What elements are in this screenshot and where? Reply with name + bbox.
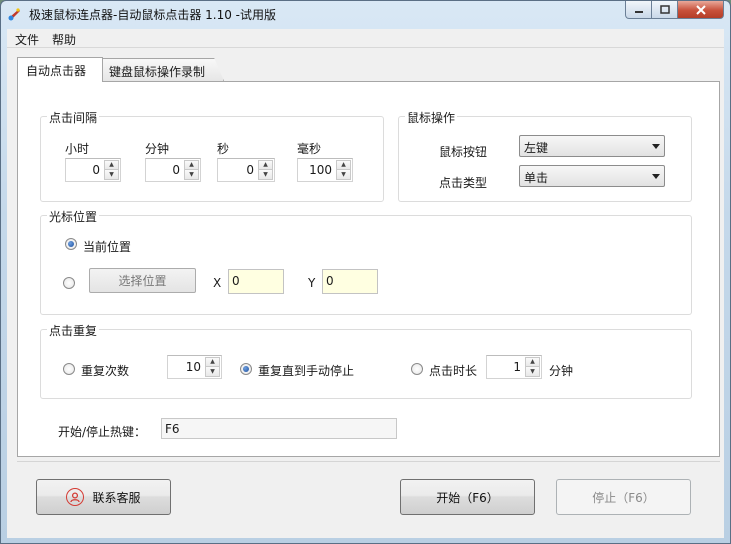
duration-down-button[interactable]: ▼ xyxy=(525,367,540,377)
radio-repeat-times[interactable] xyxy=(63,363,75,375)
hours-label: 小时 xyxy=(65,142,90,156)
group-mouse-operation: 鼠标操作 鼠标按钮 左键 点击类型 单击 xyxy=(398,109,692,202)
menu-file[interactable]: 文件 xyxy=(15,31,39,48)
window-controls xyxy=(625,1,724,19)
minutes-value: 0 xyxy=(172,163,180,177)
seconds-label: 秒 xyxy=(217,142,230,156)
group-title-interval: 点击间隔 xyxy=(47,109,100,126)
click-duration-stepper[interactable]: 1 ▲ ▼ xyxy=(486,355,542,379)
window-title: 极速鼠标连点器-自动鼠标点击器 1.10 -试用版 xyxy=(29,8,277,22)
hours-stepper[interactable]: 0 ▲ ▼ xyxy=(65,158,121,182)
minutes-stepper[interactable]: 0 ▲ ▼ xyxy=(145,158,201,182)
repeat-times-label: 重复次数 xyxy=(81,364,130,378)
repeat-up-button[interactable]: ▲ xyxy=(205,357,220,367)
tab-panel: 点击间隔 小时 分钟 秒 毫秒 0 ▲ ▼ 0 ▲ ▼ 0 ▲ ▼ 100 ▲ … xyxy=(17,81,720,457)
click-type-label: 点击类型 xyxy=(439,176,488,190)
x-label: X xyxy=(213,276,222,290)
ms-value: 100 xyxy=(309,163,332,177)
ms-stepper[interactable]: 100 ▲ ▼ xyxy=(297,158,353,182)
chevron-down-icon xyxy=(652,144,660,149)
ms-label: 毫秒 xyxy=(297,142,322,156)
ms-up-button[interactable]: ▲ xyxy=(336,160,351,170)
contact-support-button[interactable]: 联系客服 xyxy=(36,479,171,515)
repeat-down-button[interactable]: ▼ xyxy=(205,367,220,377)
menu-bar: 文件 帮助 xyxy=(7,29,724,48)
start-button[interactable]: 开始（F6） xyxy=(400,479,535,515)
mouse-button-value: 左键 xyxy=(524,141,549,155)
stop-button[interactable]: 停止（F6） xyxy=(556,479,691,515)
hotkey-label: 开始/停止热键： xyxy=(58,425,147,439)
close-icon xyxy=(695,4,706,15)
repeat-times-value: 10 xyxy=(185,360,201,374)
group-click-interval: 点击间隔 小时 分钟 秒 毫秒 0 ▲ ▼ 0 ▲ ▼ 0 ▲ ▼ 100 ▲ … xyxy=(40,109,384,202)
click-duration-value: 1 xyxy=(513,360,521,374)
tab-macro-recorder[interactable]: 键盘鼠标操作录制 xyxy=(102,58,224,81)
radio-click-duration[interactable] xyxy=(411,363,423,375)
chevron-down-icon xyxy=(652,174,660,179)
click-duration-label: 点击时长 xyxy=(429,364,478,378)
radio-current-position[interactable] xyxy=(65,238,77,250)
minimize-button[interactable] xyxy=(625,1,652,19)
repeat-times-stepper[interactable]: 10 ▲ ▼ xyxy=(167,355,222,379)
hours-value: 0 xyxy=(92,163,100,177)
title-bar[interactable]: 极速鼠标连点器-自动鼠标点击器 1.10 -试用版 xyxy=(1,1,730,28)
minimize-icon xyxy=(634,10,643,13)
minutes-up-button[interactable]: ▲ xyxy=(184,160,199,170)
radio-select-position[interactable] xyxy=(63,277,75,289)
minutes-label: 分钟 xyxy=(145,142,170,156)
hours-down-button[interactable]: ▼ xyxy=(104,170,119,180)
duration-unit-label: 分钟 xyxy=(549,364,574,378)
group-title-cursor: 光标位置 xyxy=(47,208,100,225)
ms-down-button[interactable]: ▼ xyxy=(336,170,351,180)
radio-repeat-until-stop[interactable] xyxy=(240,363,252,375)
customer-service-icon xyxy=(66,488,85,506)
app-window: 极速鼠标连点器-自动鼠标点击器 1.10 -试用版 文件 帮助 自动点击器 键盘… xyxy=(0,0,731,544)
client-area: 自动点击器 键盘鼠标操作录制 点击间隔 小时 分钟 秒 毫秒 0 ▲ ▼ 0 ▲ ▼ xyxy=(7,48,724,538)
x-input[interactable]: 0 xyxy=(228,269,284,294)
click-type-value: 单击 xyxy=(524,171,549,185)
tab-auto-clicker[interactable]: 自动点击器 xyxy=(17,57,103,82)
close-button[interactable] xyxy=(678,1,724,19)
repeat-until-stop-label: 重复直到手动停止 xyxy=(258,364,355,378)
hotkey-input[interactable]: F6 xyxy=(161,418,397,439)
maximize-button[interactable] xyxy=(652,1,678,19)
group-title-mouse: 鼠标操作 xyxy=(405,109,458,126)
menu-help[interactable]: 帮助 xyxy=(52,31,76,48)
seconds-up-button[interactable]: ▲ xyxy=(258,160,273,170)
y-label: Y xyxy=(308,276,316,290)
current-position-label: 当前位置 xyxy=(83,240,132,254)
y-input[interactable]: 0 xyxy=(322,269,378,294)
app-icon xyxy=(8,8,20,21)
divider xyxy=(17,461,720,462)
mouse-button-select[interactable]: 左键 xyxy=(519,135,665,157)
seconds-down-button[interactable]: ▼ xyxy=(258,170,273,180)
hours-up-button[interactable]: ▲ xyxy=(104,160,119,170)
seconds-value: 0 xyxy=(246,163,254,177)
duration-up-button[interactable]: ▲ xyxy=(525,357,540,367)
group-title-repeat: 点击重复 xyxy=(47,322,100,339)
group-cursor-position: 光标位置 当前位置 选择位置 X 0 Y 0 xyxy=(40,208,692,315)
maximize-icon xyxy=(659,4,670,14)
minutes-down-button[interactable]: ▼ xyxy=(184,170,199,180)
mouse-button-label: 鼠标按钮 xyxy=(439,145,488,159)
group-click-repeat: 点击重复 重复次数 10 ▲ ▼ 重复直到手动停止 点击时长 1 ▲ ▼ 分钟 xyxy=(40,322,692,399)
contact-support-label: 联系客服 xyxy=(92,490,141,505)
select-position-button[interactable]: 选择位置 xyxy=(89,268,196,293)
click-type-select[interactable]: 单击 xyxy=(519,165,665,187)
seconds-stepper[interactable]: 0 ▲ ▼ xyxy=(217,158,275,182)
